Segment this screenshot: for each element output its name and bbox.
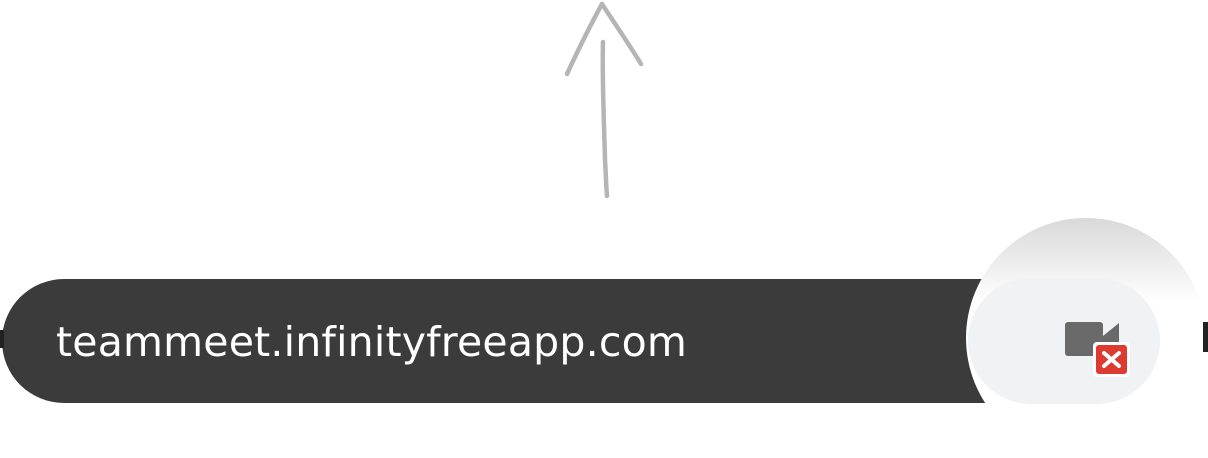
edge-fragment xyxy=(1203,322,1208,352)
up-arrow-icon xyxy=(564,1,644,199)
camera-blocked-icon[interactable] xyxy=(1062,318,1132,378)
address-bar-url: teammeet.infinityfreeapp.com xyxy=(56,318,687,366)
edge-fragment-left xyxy=(0,330,4,348)
